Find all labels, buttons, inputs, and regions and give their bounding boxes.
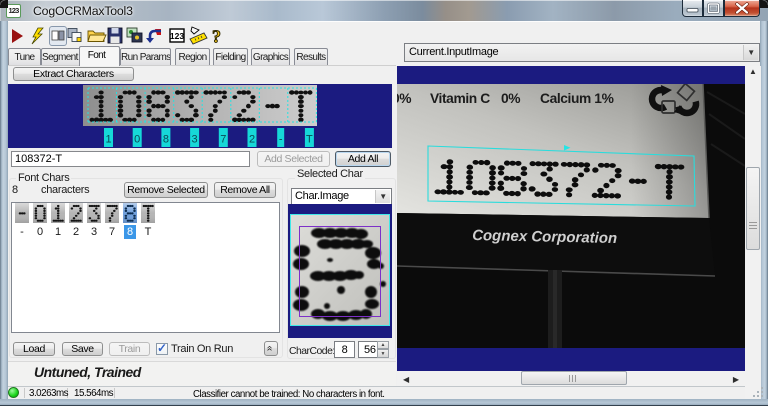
svg-text:Cognex Corporation: Cognex Corporation	[472, 227, 617, 247]
svg-text:7: 7	[220, 134, 226, 146]
svg-text:0%: 0%	[397, 91, 411, 106]
svg-text:-: -	[279, 134, 283, 146]
svg-text:123: 123	[170, 31, 184, 41]
svg-text:8: 8	[163, 134, 169, 146]
svg-text:2: 2	[249, 134, 255, 146]
svg-text:Calcium 1%: Calcium 1%	[540, 91, 614, 106]
svg-text:Vitamin C: Vitamin C	[430, 91, 490, 106]
svg-text:0%: 0%	[501, 91, 520, 106]
svg-text:1: 1	[105, 134, 111, 146]
svg-text:?: ?	[212, 27, 221, 47]
svg-text:T: T	[306, 134, 313, 146]
svg-text:3: 3	[192, 134, 198, 146]
svg-text:0: 0	[134, 134, 140, 146]
